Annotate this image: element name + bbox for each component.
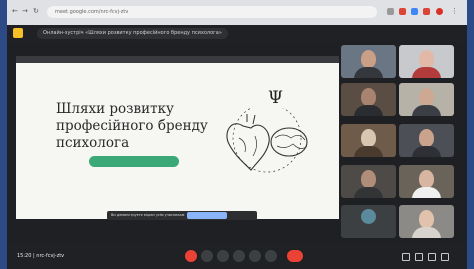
people-icon[interactable] <box>415 253 423 261</box>
participant-tile[interactable] <box>399 205 454 238</box>
participant-video <box>412 146 441 157</box>
participant-tile[interactable] <box>341 83 396 116</box>
participant-tile[interactable] <box>341 205 396 238</box>
chat-icon[interactable] <box>428 253 436 261</box>
raise-hand-icon[interactable] <box>233 250 245 262</box>
presentation-header <box>16 56 339 63</box>
address-bar[interactable]: meet.google.com/nrc-fcvj-ztv <box>47 6 377 18</box>
avatar <box>361 209 376 224</box>
meet-header: Онлайн-зустріч «Шляхи розвитку професійн… <box>7 25 467 42</box>
participant-video <box>354 105 383 116</box>
info-icon[interactable] <box>402 253 410 261</box>
reload-icon[interactable]: ↻ <box>33 7 39 15</box>
meet-logo-icon <box>13 28 23 38</box>
extension-icon[interactable] <box>399 8 406 15</box>
share-notice-text: Ви демонструєте екран усім учасникам <box>111 213 185 217</box>
participant-video <box>354 187 383 198</box>
screenshot-frame: ← → ↻ meet.google.com/nrc-fcvj-ztv ⋮ Онл… <box>7 0 467 269</box>
screen-share-notice: Ви демонструєте екран усім учасникам <box>107 211 257 220</box>
participant-tile[interactable] <box>399 83 454 116</box>
meeting-title: Онлайн-зустріч «Шляхи розвитку професійн… <box>37 28 228 39</box>
participant-tile[interactable] <box>399 124 454 157</box>
participant-video <box>412 187 441 198</box>
participant-video <box>361 129 376 147</box>
menu-icon[interactable]: ⋮ <box>451 7 458 15</box>
mic-off-icon[interactable] <box>185 250 197 262</box>
participant-video <box>361 170 376 188</box>
slide-title: Шляхи розвитку професійного бренду психо… <box>56 101 208 151</box>
participant-video <box>419 170 434 188</box>
back-icon[interactable]: ← <box>12 7 18 15</box>
participant-tile[interactable] <box>341 45 396 78</box>
participant-video <box>412 67 441 78</box>
hang-up-button[interactable] <box>287 250 303 262</box>
stop-sharing-button[interactable] <box>187 212 227 219</box>
participant-video <box>419 129 434 147</box>
participant-video <box>361 50 376 68</box>
participant-video <box>412 105 441 116</box>
participant-video <box>412 227 441 238</box>
participant-video <box>419 210 434 228</box>
captions-icon[interactable] <box>217 250 229 262</box>
activities-icon[interactable] <box>441 253 449 261</box>
participant-tile[interactable] <box>399 165 454 198</box>
camera-icon[interactable] <box>201 250 213 262</box>
participant-video <box>354 67 383 78</box>
extension-icon[interactable] <box>411 8 418 15</box>
participant-tile[interactable] <box>341 165 396 198</box>
meeting-controls: 15:20 | nrc-fcvj-ztv <box>7 243 467 269</box>
participant-tile[interactable] <box>399 45 454 78</box>
present-icon[interactable] <box>249 250 261 262</box>
participant-video <box>419 88 434 106</box>
forward-icon[interactable]: → <box>22 7 28 15</box>
more-options-icon[interactable] <box>265 250 277 262</box>
participant-tile[interactable] <box>341 124 396 157</box>
participant-video <box>419 50 434 68</box>
participant-video <box>354 146 383 157</box>
record-icon[interactable] <box>436 8 443 15</box>
shared-slide: Шляхи розвитку професійного бренду психо… <box>16 63 339 219</box>
psi-symbol: Ψ <box>268 88 283 108</box>
meeting-time-and-code: 15:20 | nrc-fcvj-ztv <box>17 253 65 259</box>
extension-icon[interactable] <box>423 8 430 15</box>
browser-toolbar: ← → ↻ meet.google.com/nrc-fcvj-ztv ⋮ <box>7 0 467 25</box>
slide-accent-bar <box>89 156 179 167</box>
participant-video <box>361 88 376 106</box>
extension-icon[interactable] <box>387 8 394 15</box>
heart-brain-illustration <box>226 108 308 173</box>
